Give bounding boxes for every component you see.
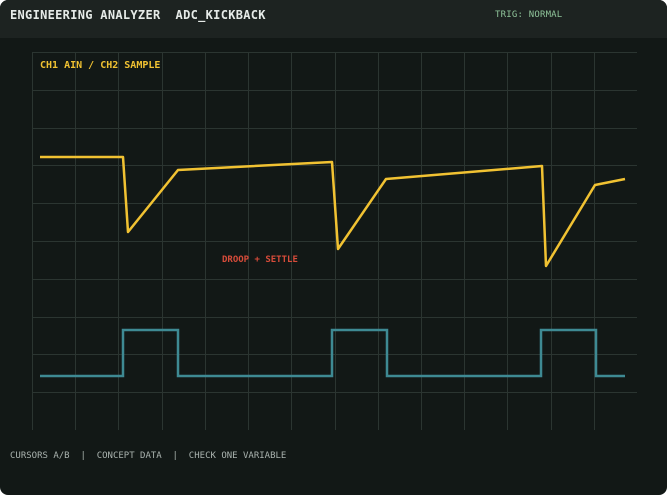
app-title: ENGINEERING ANALYZER ADC_KICKBACK (10, 8, 266, 22)
title-bar: ENGINEERING ANALYZER ADC_KICKBACK TRIG: … (0, 0, 667, 38)
ch1-ain-trace (40, 155, 626, 268)
channel-label: CH1 AIN / CH2 SAMPLE (40, 60, 161, 71)
analyzer-window: ENGINEERING ANALYZER ADC_KICKBACK TRIG: … (0, 0, 667, 495)
ch2-sample-trace (40, 328, 625, 378)
footer-status: CURSORS A/B | CONCEPT DATA | CHECK ONE V… (10, 451, 287, 461)
trigger-status[interactable]: TRIG: NORMAL (495, 10, 562, 20)
scope-display[interactable] (32, 52, 637, 430)
droop-annotation: DROOP + SETTLE (222, 255, 298, 265)
scope-plot (32, 52, 637, 430)
